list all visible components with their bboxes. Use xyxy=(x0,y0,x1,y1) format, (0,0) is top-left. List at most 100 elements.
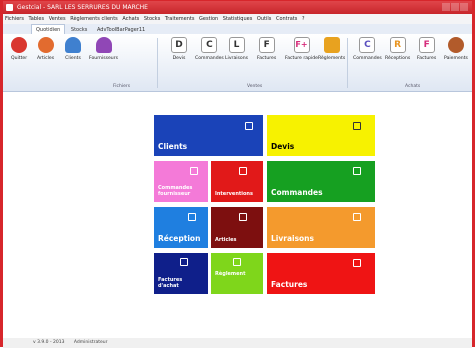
facture-rapide-button[interactable]: F+ Facture rapide xyxy=(285,37,318,61)
group-label-ventes: Ventes xyxy=(247,84,263,89)
commandes-button[interactable]: C Commandes xyxy=(195,37,224,61)
tile-reglement-label: Règlement xyxy=(215,271,246,277)
menu-fichiers[interactable]: Fichiers xyxy=(5,16,24,22)
tile-livraisons[interactable]: Livraisons xyxy=(267,207,375,248)
invoice-icon xyxy=(353,259,361,267)
document-d-icon: D xyxy=(171,37,187,53)
paiements-label: Paiements xyxy=(444,56,468,61)
purchase-invoice-icon xyxy=(180,258,188,266)
menu-bar: Fichiers Tables Ventes Règlements client… xyxy=(3,14,472,24)
tile-commandes-label: Commandes xyxy=(271,188,323,197)
livraisons-button[interactable]: L Livraisons xyxy=(225,37,248,61)
tile-factures-achat[interactable]: Factures d'achat xyxy=(154,253,208,294)
articles-label: Articles xyxy=(37,56,55,61)
tile-articles-label: Articles xyxy=(215,237,237,243)
app-window: Gestcial - SARL LES SERRURES DU MARCHE F… xyxy=(0,0,475,348)
ribbon-separator xyxy=(347,38,348,88)
window-title: Gestcial - SARL LES SERRURES DU MARCHE xyxy=(17,4,148,11)
tile-reception[interactable]: Réception xyxy=(154,207,208,248)
status-user: Administrateur xyxy=(73,340,108,345)
walking-person-icon xyxy=(239,167,247,175)
person-icon xyxy=(245,122,253,130)
receptions-label: Réceptions xyxy=(385,56,411,61)
document-r-icon: R xyxy=(389,37,406,53)
tile-commandes-fournisseur-label: Commandes fournisseur xyxy=(158,185,193,197)
tile-articles[interactable]: Articles xyxy=(211,207,263,248)
tile-interventions[interactable]: Interventions xyxy=(211,161,263,202)
menu-gestion[interactable]: Gestion xyxy=(199,16,218,22)
fournisseurs-button[interactable]: Fournisseurs xyxy=(89,37,118,61)
achat-commandes-label: Commandes xyxy=(353,56,382,61)
coins-icon xyxy=(447,37,464,53)
payments-icon xyxy=(323,37,340,53)
document-c-icon: C xyxy=(201,37,218,53)
payment-icon xyxy=(233,258,241,266)
menu-outils[interactable]: Outils xyxy=(257,16,271,22)
reglements-label: Règlements xyxy=(318,56,346,61)
tile-devis[interactable]: Devis xyxy=(267,115,375,156)
quote-icon xyxy=(353,122,361,130)
factures-button[interactable]: F Factures xyxy=(257,37,276,61)
menu-help[interactable]: ? xyxy=(302,16,305,22)
tab-quotidien[interactable]: Quotidien xyxy=(31,24,66,34)
tile-factures-achat-label: Factures d'achat xyxy=(158,277,183,289)
clients-label: Clients xyxy=(65,56,81,61)
document-f-icon: F xyxy=(258,37,275,53)
app-icon xyxy=(6,4,13,11)
devis-button[interactable]: D Devis xyxy=(171,37,187,61)
order-icon xyxy=(353,167,361,175)
menu-tables[interactable]: Tables xyxy=(29,16,45,22)
grid-icon xyxy=(239,213,247,221)
tile-commandes[interactable]: Commandes xyxy=(267,161,375,202)
clients-icon xyxy=(65,37,81,53)
menu-reglements-clients[interactable]: Règlements clients xyxy=(70,16,118,22)
document-fplus-icon: F+ xyxy=(293,37,310,53)
articles-button[interactable]: Articles xyxy=(37,37,54,61)
group-label-achats: Achats xyxy=(405,84,421,89)
status-version: v 3.9.0 - 2013 xyxy=(33,340,65,345)
tile-interventions-label: Interventions xyxy=(215,191,253,197)
ribbon: Quitter Articles Clients Fournisseurs D … xyxy=(3,34,472,92)
fournisseurs-label: Fournisseurs xyxy=(89,56,119,61)
minimize-button[interactable] xyxy=(442,3,450,11)
title-bar: Gestcial - SARL LES SERRURES DU MARCHE xyxy=(3,1,472,14)
menu-contrats[interactable]: Contrats xyxy=(276,16,297,22)
achat-commandes-button[interactable]: C Commandes xyxy=(353,37,382,61)
commandes-label: Commandes xyxy=(195,56,224,61)
dashboard-canvas: Clients Devis Commandes fournisseur Inte… xyxy=(3,93,472,338)
clients-button[interactable]: Clients xyxy=(65,37,81,61)
factures-label: Factures xyxy=(257,56,277,61)
maximize-button[interactable] xyxy=(451,3,459,11)
devis-label: Devis xyxy=(172,56,186,61)
menu-ventes[interactable]: Ventes xyxy=(49,16,66,22)
tile-factures[interactable]: Factures xyxy=(267,253,375,294)
tile-clients[interactable]: Clients xyxy=(154,115,263,156)
document-f-pink-icon: F xyxy=(418,37,435,53)
document-l-icon: L xyxy=(228,37,245,53)
facture-rapide-label: Facture rapide xyxy=(285,56,318,61)
paiements-button[interactable]: Paiements xyxy=(444,37,468,61)
close-button[interactable] xyxy=(460,3,468,11)
reception-icon xyxy=(188,213,196,221)
tile-reglement[interactable]: Règlement xyxy=(211,253,263,294)
menu-achats[interactable]: Achats xyxy=(122,16,139,22)
menu-statistiques[interactable]: Statistiques xyxy=(223,16,253,22)
document-c-purple-icon: C xyxy=(359,37,376,53)
group-label-fichiers: Fichiers xyxy=(113,84,131,89)
quitter-button[interactable]: Quitter xyxy=(11,37,27,61)
menu-traitements[interactable]: Traitements xyxy=(165,16,195,22)
tile-commandes-fournisseur[interactable]: Commandes fournisseur xyxy=(154,161,208,202)
delivery-icon xyxy=(353,213,361,221)
receptions-button[interactable]: R Réceptions xyxy=(385,37,410,61)
reglements-button[interactable]: Règlements xyxy=(318,37,345,61)
menu-stocks[interactable]: Stocks xyxy=(144,16,160,22)
tile-clients-label: Clients xyxy=(158,142,188,151)
power-icon xyxy=(11,37,28,53)
tile-factures-label: Factures xyxy=(271,280,308,289)
tile-devis-label: Devis xyxy=(271,142,295,151)
suppliers-icon xyxy=(95,37,112,53)
quitter-label: Quitter xyxy=(11,56,28,61)
achat-factures-button[interactable]: F Factures xyxy=(417,37,436,61)
window-controls xyxy=(441,3,468,14)
ribbon-tabs: Quotidien Stocks AdvToolBarPager11 xyxy=(3,24,472,34)
